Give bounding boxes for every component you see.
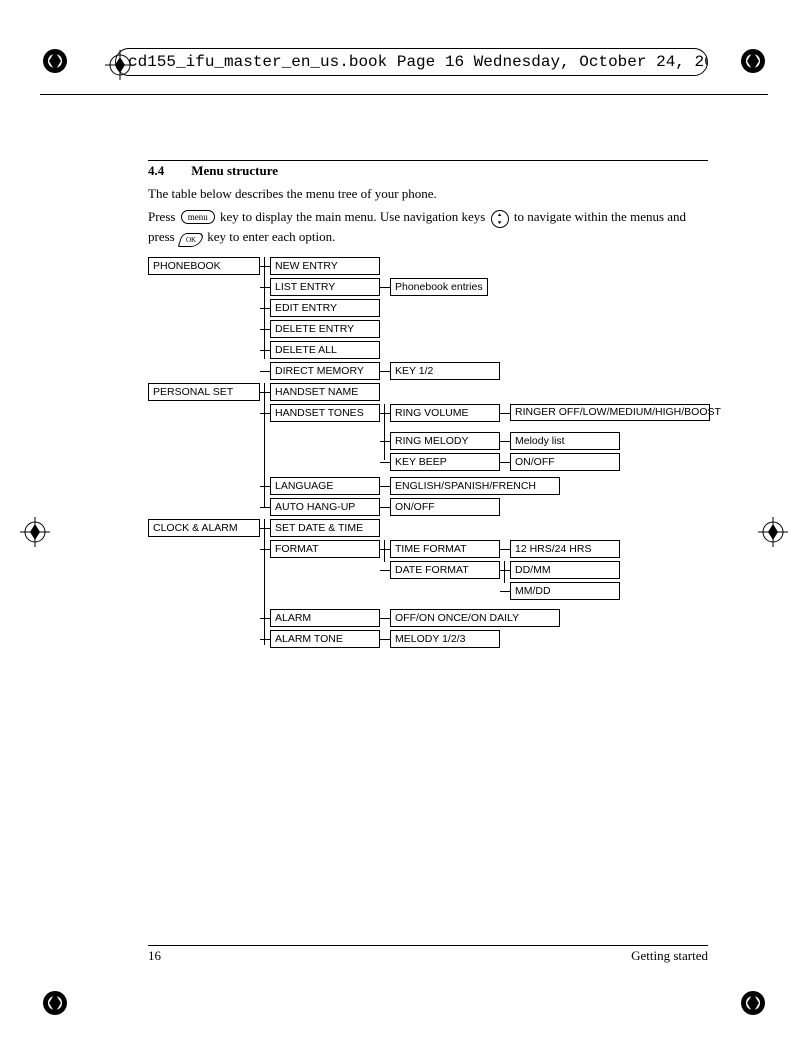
menu-alarm-options: OFF/ON ONCE/ON DAILY bbox=[390, 609, 560, 627]
section-heading: 4.4 Menu structure bbox=[148, 163, 708, 179]
menu-date-format: DATE FORMAT bbox=[390, 561, 500, 579]
menu-edit-entry: EDIT ENTRY bbox=[270, 299, 380, 317]
page-content: 4.4 Menu structure The table below descr… bbox=[148, 160, 708, 651]
menu-format: FORMAT bbox=[270, 540, 380, 558]
page-footer: 16 Getting started bbox=[148, 945, 708, 964]
menu-date-format-mmdd: MM/DD bbox=[510, 582, 620, 600]
registration-mark-icon bbox=[42, 48, 68, 74]
page-number: 16 bbox=[148, 948, 161, 964]
registration-mark-icon bbox=[42, 990, 68, 1016]
intro-line-1: The table below describes the menu tree … bbox=[148, 185, 708, 204]
menu-list-entry-sub: Phonebook entries bbox=[390, 278, 488, 296]
menu-set-date-time: SET DATE & TIME bbox=[270, 519, 380, 537]
tree-branch-phonebook: PHONEBOOK NEW ENTRY LIST ENTRY Phonebook… bbox=[148, 257, 708, 383]
menu-time-format-options: 12 HRS/24 HRS bbox=[510, 540, 620, 558]
nav-keys-icon: ▲▼ bbox=[491, 210, 509, 228]
menu-list-entry: LIST ENTRY bbox=[270, 278, 380, 296]
menu-language-options: ENGLISH/SPANISH/FRENCH bbox=[390, 477, 560, 495]
menu-direct-memory: DIRECT MEMORY bbox=[270, 362, 380, 380]
menu-ring-volume-options: RINGER OFF/LOW/MEDIUM/HIGH/BOOST bbox=[510, 404, 710, 421]
intro-line-2: Press menu key to display the main menu.… bbox=[148, 208, 708, 247]
tree-branch-personal-set: PERSONAL SET HANDSET NAME HANDSET TONES … bbox=[148, 383, 708, 519]
document-header-info: cd155_ifu_master_en_us.book Page 16 Wedn… bbox=[115, 48, 708, 76]
menu-auto-hangup: AUTO HANG-UP bbox=[270, 498, 380, 516]
menu-ring-volume: RING VOLUME bbox=[390, 404, 500, 422]
menu-ring-melody: RING MELODY bbox=[390, 432, 500, 450]
menu-personal-set: PERSONAL SET bbox=[148, 383, 260, 401]
tree-branch-clock-alarm: CLOCK & ALARM SET DATE & TIME FORMAT TIM… bbox=[148, 519, 708, 651]
menu-key-beep: KEY BEEP bbox=[390, 453, 500, 471]
crosshair-mark-icon bbox=[20, 517, 50, 547]
menu-phonebook: PHONEBOOK bbox=[148, 257, 260, 275]
menu-time-format: TIME FORMAT bbox=[390, 540, 500, 558]
menu-new-entry: NEW ENTRY bbox=[270, 257, 380, 275]
menu-language: LANGUAGE bbox=[270, 477, 380, 495]
menu-date-format-ddmm: DD/MM bbox=[510, 561, 620, 579]
menu-direct-memory-sub: KEY 1/2 bbox=[390, 362, 500, 380]
menu-auto-hangup-options: ON/OFF bbox=[390, 498, 500, 516]
registration-mark-icon bbox=[740, 990, 766, 1016]
registration-mark-icon bbox=[740, 48, 766, 74]
menu-key-icon: menu bbox=[181, 210, 215, 224]
menu-handset-tones: HANDSET TONES bbox=[270, 404, 380, 422]
crosshair-mark-icon bbox=[758, 517, 788, 547]
footer-chapter: Getting started bbox=[631, 948, 708, 964]
menu-tree: PHONEBOOK NEW ENTRY LIST ENTRY Phonebook… bbox=[148, 257, 708, 651]
menu-delete-all: DELETE ALL bbox=[270, 341, 380, 359]
section-title-text: Menu structure bbox=[191, 163, 278, 178]
ok-key-icon: OK bbox=[178, 233, 205, 247]
menu-clock-alarm: CLOCK & ALARM bbox=[148, 519, 260, 537]
section-number: 4.4 bbox=[148, 163, 188, 179]
menu-key-beep-options: ON/OFF bbox=[510, 453, 620, 471]
menu-handset-name: HANDSET NAME bbox=[270, 383, 380, 401]
menu-alarm-tone-options: MELODY 1/2/3 bbox=[390, 630, 500, 648]
menu-ring-melody-options: Melody list bbox=[510, 432, 620, 450]
top-rule bbox=[40, 94, 768, 95]
menu-alarm: ALARM bbox=[270, 609, 380, 627]
menu-alarm-tone: ALARM TONE bbox=[270, 630, 380, 648]
menu-delete-entry: DELETE ENTRY bbox=[270, 320, 380, 338]
